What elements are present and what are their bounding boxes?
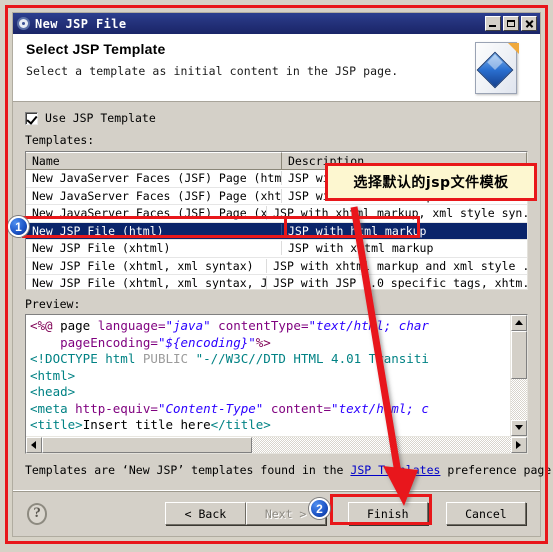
cell-name: New JSP File (xhtml, xml syntax, JSP... [26, 276, 268, 289]
scroll-right-icon[interactable] [511, 437, 527, 453]
vertical-scroll-thumb[interactable] [511, 331, 527, 379]
scroll-left-icon[interactable] [26, 437, 42, 453]
close-icon[interactable] [521, 16, 537, 31]
template-preview-panel: <%@ page language="java" contentType="te… [25, 314, 528, 454]
window-title: New JSP File [35, 16, 127, 31]
jsp-templates-link[interactable]: JSP Templates [350, 463, 440, 477]
code-line: <%@ page language="java" contentType="te… [30, 318, 429, 333]
code-line: <title>Insert title here</title> [30, 417, 271, 432]
wizard-header: Select JSP Template Select a template as… [13, 34, 540, 102]
minimize-button[interactable] [485, 16, 501, 31]
cell-description: JSP with xhtml markup [288, 241, 434, 256]
preview-horizontal-scrollbar[interactable] [26, 436, 527, 453]
table-row[interactable]: New JavaServer Faces (JSF) Page (html) JS… [26, 170, 527, 188]
jsp-page-document-icon [475, 42, 523, 95]
cell-description: JSP with xhtml markup, xml style syn... [273, 206, 527, 221]
dialog-body: Use JSP Template Templates: Name Descrip… [13, 102, 553, 483]
cell-name: New JSP File (html) [26, 223, 282, 238]
window-controls [485, 16, 538, 31]
vertical-scroll-track[interactable] [511, 379, 527, 420]
horizontal-scroll-thumb[interactable] [42, 437, 252, 453]
table-row[interactable]: New JSP File (xhtml) JSP with xhtml marku… [26, 240, 527, 258]
new-jsp-file-dialog: New JSP File Select JSP Template Select … [12, 12, 553, 537]
help-button[interactable]: ? [27, 502, 48, 525]
cell-name: New JavaServer Faces (JSF) Page (xht... [26, 206, 268, 221]
preview-label: Preview: [25, 297, 81, 311]
code-line: <html> [30, 367, 76, 383]
templates-label: Templates: [25, 133, 95, 147]
footnote-after: preference page. [440, 463, 553, 477]
scroll-up-icon[interactable] [511, 315, 527, 331]
cell-name: New JSP File (xhtml) [26, 241, 282, 256]
cell-description: JSP with html markup [288, 223, 427, 238]
maximize-button[interactable] [503, 16, 519, 31]
table-row[interactable]: New JavaServer Faces (JSF) Page (xhtml) J… [26, 188, 527, 205]
cell-description: JSP with JSP 2.0 specific tags, xhtm... [273, 276, 527, 290]
cell-name: New JavaServer Faces (JSF) Page (html) [26, 171, 282, 186]
code-line: pageEncoding="${encoding}"%> [30, 334, 271, 350]
cell-name: New JSP File (xhtml, xml syntax) [26, 258, 268, 273]
table-row[interactable]: New JavaServer Faces (JSF) Page (xht... J… [26, 205, 527, 223]
preview-vertical-scrollbar[interactable] [510, 315, 527, 436]
next-button: Next > [245, 502, 326, 525]
table-header-row: Name Description [26, 152, 527, 170]
footnote: Templates are ‘New JSP’ templates found … [25, 463, 553, 477]
use-jsp-template-checkbox-row[interactable]: Use JSP Template [25, 111, 528, 125]
preview-code: <%@ page language="java" contentType="te… [26, 315, 510, 436]
code-line: <!DOCTYPE html PUBLIC "-//W3C//DTD HTML … [30, 351, 429, 366]
footnote-before: Templates are ‘New JSP’ templates found … [25, 463, 351, 477]
page-description: Select a template as initial content in … [26, 64, 399, 78]
scroll-down-icon[interactable] [511, 420, 527, 436]
finish-button[interactable]: Finish [347, 502, 428, 525]
column-header-description[interactable]: Description [282, 152, 527, 169]
column-header-name[interactable]: Name [26, 152, 282, 169]
table-row[interactable]: New JSP File (xhtml, xml syntax, JSP... J… [26, 275, 527, 290]
table-row[interactable]: New JSP File (html) JSP with html markup [26, 222, 527, 240]
templates-table[interactable]: Name Description New JavaServer Faces (J… [25, 151, 528, 290]
horizontal-scroll-track[interactable] [252, 437, 511, 453]
code-line: <head> [30, 384, 76, 399]
cell-description: JSP with xhtml markup [288, 188, 434, 203]
use-jsp-template-label: Use JSP Template [45, 111, 156, 125]
cell-name: New JavaServer Faces (JSF) Page (xhtml) [26, 188, 282, 203]
table-body: New JavaServer Faces (JSF) Page (html) JS… [26, 170, 527, 290]
table-row[interactable]: New JSP File (xhtml, xml syntax) JSP with… [26, 258, 527, 275]
use-jsp-template-checkbox[interactable] [25, 111, 38, 125]
gear-icon [16, 16, 31, 31]
cell-description: JSP with xhtml markup and xml style ... [273, 258, 527, 273]
code-line: <meta http-equiv="Content-Type" content=… [30, 400, 429, 416]
back-button[interactable]: < Back [165, 502, 246, 525]
dialog-button-bar: ? < Back Next > Finish Cancel [13, 490, 540, 536]
window-titlebar[interactable]: New JSP File [13, 13, 540, 34]
cell-description: JSP with html markup [288, 171, 427, 186]
cancel-button[interactable]: Cancel [445, 502, 526, 525]
page-title: Select JSP Template [26, 41, 166, 57]
